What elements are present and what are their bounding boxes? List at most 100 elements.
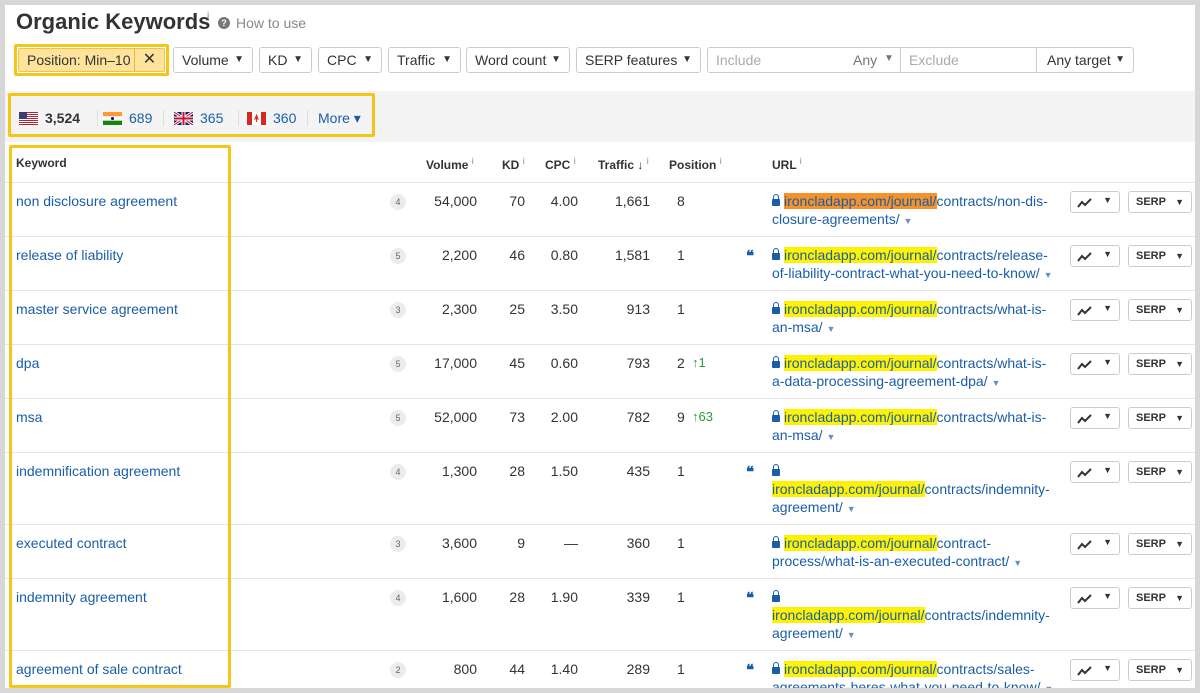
serp-features-filter[interactable]: SERP features ▼ (576, 47, 701, 73)
url-domain: ironcladapp.com/journal/ (784, 535, 937, 551)
more-countries-button[interactable]: More ▾ (318, 110, 361, 127)
url-path: of-liability-contract-what-you-need-to-k… (772, 265, 1040, 281)
keyword-link[interactable]: indemnification agreement (16, 463, 180, 479)
chevron-down-icon: ▼ (1115, 54, 1125, 65)
page-title: Organic Keywords (16, 9, 211, 34)
serp-button[interactable]: SERP ▼ (1128, 299, 1192, 321)
kd-filter[interactable]: KD ▼ (259, 47, 312, 73)
featured-snippet-icon: ❝ (746, 464, 755, 481)
traffic-value: 1,661 (614, 193, 650, 209)
volume-value: 52,000 (434, 409, 477, 425)
ranking-url[interactable]: ironcladapp.com/journal/contracts/what-i… (772, 354, 1057, 392)
trend-icon (1077, 414, 1092, 424)
position-value: 1 (677, 661, 685, 677)
ranking-url[interactable]: ironcladapp.com/journal/contracts/non-di… (772, 192, 1057, 230)
col-url[interactable]: URL i (772, 156, 802, 172)
serp-button[interactable]: SERP ▼ (1128, 245, 1192, 267)
trend-chart-button[interactable]: ▼ (1070, 659, 1120, 681)
keyword-link[interactable]: msa (16, 409, 42, 425)
url-path: agreement/ (772, 499, 843, 515)
ranking-url[interactable]: ironcladapp.com/journal/contracts/what-i… (772, 408, 1057, 446)
sort-down-icon: ↓ (637, 158, 644, 172)
chevron-down-icon[interactable]: ▼ (904, 216, 913, 226)
ranking-url[interactable]: ironcladapp.com/journal/contracts/indemn… (772, 588, 1057, 644)
col-volume[interactable]: Volume i (426, 156, 474, 172)
ranking-url[interactable]: ironcladapp.com/journal/contract-process… (772, 534, 1057, 572)
chevron-down-icon: ▼ (1175, 359, 1184, 369)
position-value: 1 (677, 301, 685, 317)
chevron-down-icon: ▼ (1103, 591, 1112, 601)
word-count-badge: 5 (390, 410, 406, 426)
table-header: Keyword Volume i KD i CPC i Traffic ↓ i … (5, 142, 1195, 182)
chevron-down-icon: ▼ (293, 54, 303, 65)
keyword-link[interactable]: agreement of sale contract (16, 661, 182, 677)
keyword-link[interactable]: indemnity agreement (16, 589, 147, 605)
col-kd[interactable]: KD i (502, 156, 525, 172)
chevron-down-icon[interactable]: ▼ (826, 324, 835, 334)
col-traffic[interactable]: Traffic ↓ i (598, 156, 649, 172)
trend-icon (1077, 468, 1092, 478)
col-position[interactable]: Position i (669, 156, 722, 172)
word-count-badge: 2 (390, 662, 406, 678)
trend-chart-button[interactable]: ▼ (1070, 191, 1120, 213)
help-icon[interactable]: ? (218, 17, 230, 29)
title-info-icon[interactable]: i (207, 11, 209, 22)
trend-chart-button[interactable]: ▼ (1070, 299, 1120, 321)
cpc-value: 2.00 (550, 409, 578, 425)
word-count-filter[interactable]: Word count ▼ (466, 47, 570, 73)
cpc-filter[interactable]: CPC ▼ (318, 47, 382, 73)
include-input[interactable]: Include (716, 52, 761, 68)
chevron-down-icon: ▼ (1175, 305, 1184, 315)
url-domain: ironcladapp.com/journal/ (784, 661, 937, 677)
url-domain: ironcladapp.com/journal/ (784, 247, 937, 263)
serp-button[interactable]: SERP ▼ (1128, 353, 1192, 375)
us-flag-icon (19, 112, 38, 125)
any-target-select[interactable]: Any target ▼ (1036, 47, 1134, 73)
keyword-link[interactable]: executed contract (16, 535, 127, 551)
serp-button-label: SERP (1136, 592, 1166, 604)
chevron-down-icon: ▼ (1175, 413, 1184, 423)
trend-chart-button[interactable]: ▼ (1070, 533, 1120, 555)
chevron-down-icon[interactable]: ▼ (1044, 270, 1053, 280)
trend-chart-button[interactable]: ▼ (1070, 587, 1120, 609)
serp-button[interactable]: SERP ▼ (1128, 587, 1192, 609)
keyword-link[interactable]: release of liability (16, 247, 123, 263)
serp-button[interactable]: SERP ▼ (1128, 191, 1192, 213)
any-select[interactable]: Any (853, 52, 877, 68)
keyword-link[interactable]: dpa (16, 355, 39, 371)
url-path: closure-agreements/ (772, 211, 900, 227)
lock-icon (772, 356, 780, 368)
col-cpc[interactable]: CPC i (545, 156, 576, 172)
chevron-down-icon[interactable]: ▼ (1044, 684, 1053, 688)
trend-chart-button[interactable]: ▼ (1070, 245, 1120, 267)
chevron-down-icon[interactable]: ▼ (826, 432, 835, 442)
chevron-down-icon[interactable]: ▼ (847, 504, 856, 514)
ranking-url[interactable]: ironcladapp.com/journal/contracts/indemn… (772, 462, 1057, 518)
trend-chart-button[interactable]: ▼ (1070, 461, 1120, 483)
traffic-filter[interactable]: Traffic ▼ (388, 47, 461, 73)
serp-button[interactable]: SERP ▼ (1128, 407, 1192, 429)
serp-button[interactable]: SERP ▼ (1128, 533, 1192, 555)
trend-chart-button[interactable]: ▼ (1070, 407, 1120, 429)
cpc-value: 1.40 (550, 661, 578, 677)
keyword-link[interactable]: master service agreement (16, 301, 178, 317)
chevron-down-icon: ▼ (1103, 537, 1112, 547)
position-filter[interactable]: Position: Min–10 ✕ (18, 48, 165, 72)
volume-filter[interactable]: Volume ▼ (173, 47, 253, 73)
serp-button[interactable]: SERP ▼ (1128, 659, 1192, 681)
ranking-url[interactable]: ironcladapp.com/journal/contracts/what-i… (772, 300, 1057, 338)
how-to-use-link[interactable]: How to use (236, 15, 306, 31)
exclude-input[interactable]: Exclude (909, 52, 959, 68)
chevron-down-icon[interactable]: ▼ (847, 630, 856, 640)
chevron-down-icon[interactable]: ▼ (1013, 558, 1022, 568)
chevron-down-icon[interactable]: ▼ (991, 378, 1000, 388)
close-icon[interactable]: ✕ (134, 49, 164, 71)
ranking-url[interactable]: ironcladapp.com/journal/contracts/releas… (772, 246, 1057, 284)
trend-chart-button[interactable]: ▼ (1070, 353, 1120, 375)
ranking-url[interactable]: ironcladapp.com/journal/contracts/sales-… (772, 660, 1057, 688)
table-row: release of liability 5 2,200 46 0.80 1,581 1 ❝ i… (5, 236, 1195, 290)
serp-button[interactable]: SERP ▼ (1128, 461, 1192, 483)
keyword-link[interactable]: non disclosure agreement (16, 193, 177, 209)
serp-button-label: SERP (1136, 466, 1166, 478)
col-keyword[interactable]: Keyword (16, 156, 67, 170)
